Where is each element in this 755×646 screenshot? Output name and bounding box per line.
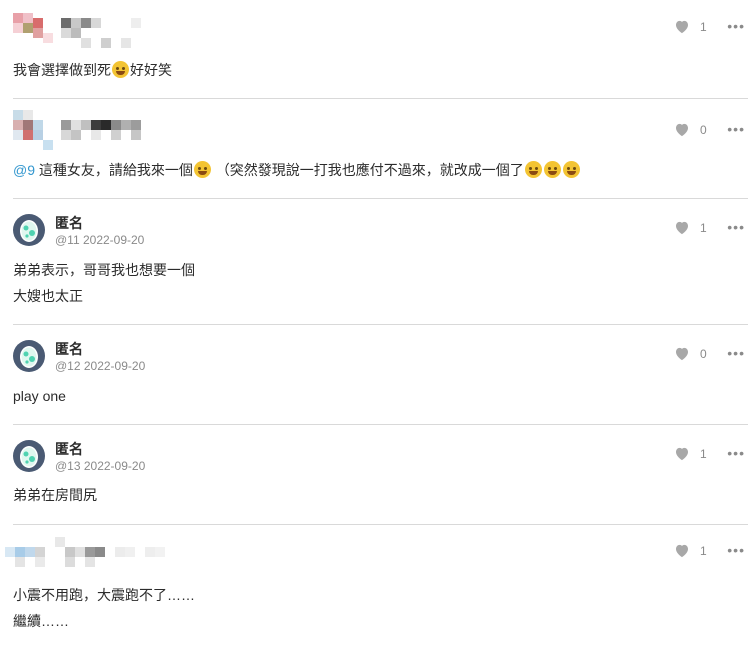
- like-control[interactable]: 0: [674, 346, 710, 361]
- comment-item: 匿名 @12 2022-09-20 0 ••• play one: [13, 340, 748, 415]
- rofl-emoji: [524, 161, 542, 178]
- like-control[interactable]: 1: [674, 543, 710, 558]
- comment-item: 匿名 @13 2022-09-20 1 ••• 弟弟在房間尻: [13, 440, 748, 515]
- comment-body: 弟弟表示，哥哥我也想要一個 大嫂也太正: [13, 257, 195, 309]
- heart-icon[interactable]: [674, 346, 690, 361]
- divider: [13, 424, 748, 425]
- egg-avatar-icon[interactable]: [13, 214, 45, 246]
- more-options-icon[interactable]: •••: [727, 445, 745, 461]
- comment-text: 好好笑: [130, 62, 172, 78]
- like-count: 0: [700, 346, 707, 361]
- comment-item: 1 ••• 小震不用跑，大震跑不了…… 繼續……: [5, 537, 748, 642]
- author-name[interactable]: 匿名: [55, 214, 83, 232]
- author-name[interactable]: 匿名: [55, 440, 83, 458]
- comment-text: 我會選擇做到死: [13, 62, 111, 78]
- comment-text: 弟弟表示，哥哥我也想要一個: [13, 262, 195, 278]
- heart-icon[interactable]: [674, 446, 690, 461]
- mention-link[interactable]: @9: [13, 162, 35, 178]
- author-name[interactable]: 匿名: [55, 340, 83, 358]
- like-count: 1: [700, 220, 707, 235]
- like-count: 1: [700, 446, 707, 461]
- comment-header: 匿名 @11 2022-09-20 1 •••: [13, 214, 748, 256]
- comment-meta: @12 2022-09-20: [55, 359, 146, 373]
- heart-icon[interactable]: [674, 19, 690, 34]
- comment-thread: 1 ••• 我會選擇做到死 好好笑 0 ••• @9 這種女友，請給我來一個 （…: [0, 0, 755, 646]
- comment-text: 繼續……: [13, 613, 69, 629]
- rofl-emoji: [562, 161, 580, 178]
- more-options-icon[interactable]: •••: [727, 345, 745, 361]
- comment-header: 匿名 @12 2022-09-20 0 •••: [13, 340, 748, 382]
- comment-header: 1 •••: [5, 537, 748, 579]
- like-control[interactable]: 1: [674, 19, 710, 34]
- comment-text: （突然發現說一打我也應付不過來，就改成一個了: [215, 162, 524, 178]
- egg-avatar-icon[interactable]: [13, 440, 45, 472]
- more-options-icon[interactable]: •••: [727, 219, 745, 235]
- rofl-emoji: [112, 61, 129, 78]
- comment-meta: @13 2022-09-20: [55, 459, 146, 473]
- comment-header: 0 •••: [13, 110, 748, 152]
- heart-icon[interactable]: [674, 122, 690, 137]
- like-count: 0: [700, 122, 707, 137]
- comment-item: 匿名 @11 2022-09-20 1 ••• 弟弟表示，哥哥我也想要一個 大嫂…: [13, 214, 748, 314]
- like-control[interactable]: 0: [674, 122, 710, 137]
- comment-body: 小震不用跑，大震跑不了…… 繼續……: [13, 582, 195, 634]
- comment-header: 1 •••: [13, 13, 748, 55]
- divider: [13, 98, 748, 99]
- like-control[interactable]: 1: [674, 220, 710, 235]
- comment-text: 小震不用跑，大震跑不了……: [13, 587, 195, 603]
- comment-body: play one: [13, 383, 66, 409]
- comment-body: 弟弟在房間尻: [13, 482, 97, 508]
- like-count: 1: [700, 543, 707, 558]
- comment-text: 弟弟在房間尻: [13, 487, 97, 503]
- more-options-icon[interactable]: •••: [727, 18, 745, 34]
- divider: [13, 524, 748, 525]
- comment-text: 這種女友，請給我來一個: [38, 162, 193, 178]
- grin-emoji: [193, 161, 211, 178]
- more-options-icon[interactable]: •••: [727, 121, 745, 137]
- heart-icon[interactable]: [674, 543, 690, 558]
- comment-meta: @11 2022-09-20: [55, 233, 145, 247]
- like-control[interactable]: 1: [674, 446, 710, 461]
- heart-icon[interactable]: [674, 220, 690, 235]
- comment-text: play one: [13, 388, 66, 404]
- divider: [13, 324, 748, 325]
- comment-item: 1 ••• 我會選擇做到死 好好笑: [13, 13, 748, 83]
- comment-header: 匿名 @13 2022-09-20 1 •••: [13, 440, 748, 482]
- rofl-emoji: [543, 161, 561, 178]
- comment-item: 0 ••• @9 這種女友，請給我來一個 （突然發現說一打我也應付不過來，就改成…: [13, 110, 748, 190]
- comment-body: @9 這種女友，請給我來一個 （突然發現說一打我也應付不過來，就改成一個了: [13, 157, 581, 183]
- comment-text: 大嫂也太正: [13, 288, 83, 304]
- like-count: 1: [700, 19, 707, 34]
- egg-avatar-icon[interactable]: [13, 340, 45, 372]
- divider: [13, 198, 748, 199]
- comment-body: 我會選擇做到死 好好笑: [13, 57, 172, 83]
- more-options-icon[interactable]: •••: [727, 542, 745, 558]
